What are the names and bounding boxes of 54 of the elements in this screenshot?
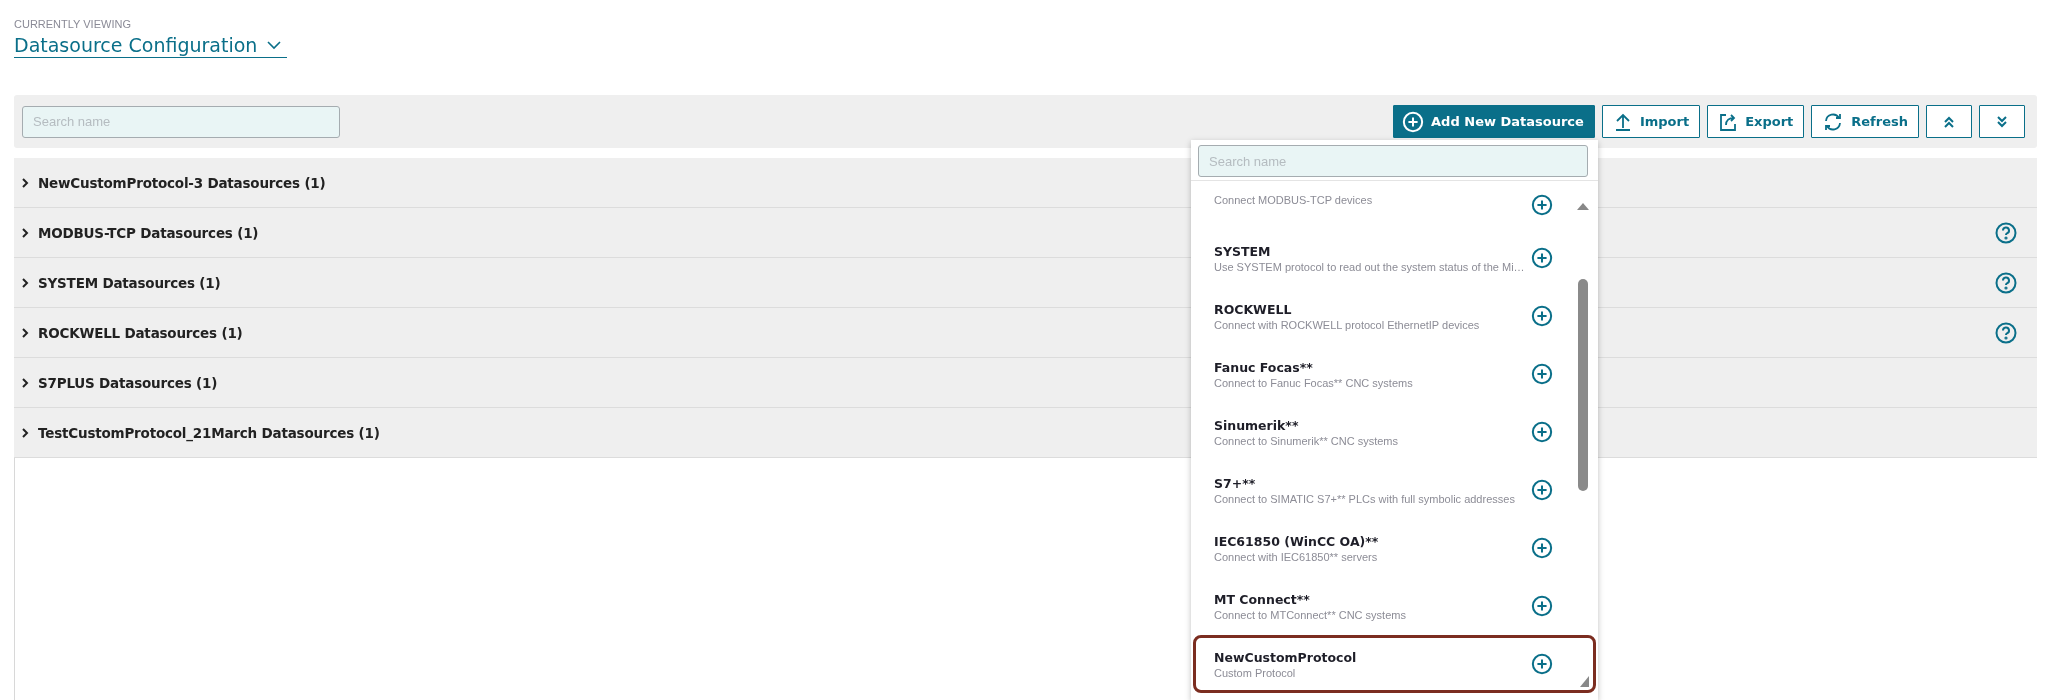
protocol-option[interactable]: IEC61850 (WinCC OA)** Connect with IEC61850** servers xyxy=(1193,519,1596,577)
option-title: IEC61850 (WinCC OA)** xyxy=(1214,533,1380,549)
help-icon[interactable] xyxy=(1995,271,2017,294)
group-label: MODBUS-TCP Datasources (1) xyxy=(38,224,259,241)
chevron-down-icon xyxy=(267,40,282,50)
protocol-option[interactable]: S7+** Connect to SIMATIC S7+** PLCs with full symbolic addresses xyxy=(1193,461,1596,519)
help-icon[interactable] xyxy=(1995,221,2017,244)
double-chevron-down-icon xyxy=(1995,114,2009,129)
option-description: Connect MODBUS-TCP devices xyxy=(1214,194,1374,206)
search-field[interactable]: Search name xyxy=(1198,145,1588,177)
option-title: Fanuc Focas** xyxy=(1214,359,1314,375)
plus-circle-icon[interactable] xyxy=(1531,653,1553,675)
option-description: Connect to Sinumerik** CNC systems xyxy=(1214,434,1399,447)
option-description: Connect with ROCKWELL protocol EthernetIP devices xyxy=(1214,318,1481,331)
group-label: SYSTEM Datasources (1) xyxy=(38,274,221,291)
plus-circle-icon[interactable] xyxy=(1531,537,1553,559)
group-label: TestCustomProtocol_21March Datasources (1) xyxy=(38,424,380,441)
add-button[interactable]: Add New Datasource xyxy=(1393,105,1595,138)
double-chevron-up-icon xyxy=(1942,114,1956,129)
group-label: NewCustomProtocol-3 Datasources (1) xyxy=(38,174,326,191)
protocol-option[interactable]: MT Connect** Connect to MTConnect** CNC systems xyxy=(1193,577,1596,635)
plus-circle-icon[interactable] xyxy=(1531,421,1553,443)
option-title: Sinumerik** xyxy=(1214,417,1300,433)
plus-circle-icon[interactable] xyxy=(1531,194,1553,216)
export-button[interactable]: Export xyxy=(1707,105,1805,138)
option-description: Connect to Fanuc Focas** CNC systems xyxy=(1214,376,1414,389)
group-label: ROCKWELL Datasources (1) xyxy=(38,324,243,341)
option-title: S7+** xyxy=(1214,475,1257,491)
import-button[interactable]: Import xyxy=(1601,105,1701,138)
expand-all-button[interactable] xyxy=(1979,105,2025,138)
plus-circle-icon[interactable] xyxy=(1531,305,1553,327)
plus-circle-icon[interactable] xyxy=(1531,595,1553,617)
option-description: Connect to MTConnect** CNC systems xyxy=(1214,608,1407,621)
export-icon xyxy=(1718,111,1739,132)
search-field[interactable]: Search name xyxy=(22,105,340,138)
help-icon[interactable] xyxy=(1995,321,2017,344)
option-description: Use SYSTEM protocol to read out the system status of the Mi… xyxy=(1214,260,1526,273)
refresh-button[interactable]: Refresh xyxy=(1811,105,1919,138)
plus-circle-icon[interactable] xyxy=(1531,247,1553,269)
page-caption: CURRENTLY VIEWING xyxy=(14,18,131,30)
option-title: SYSTEM xyxy=(1214,243,1272,259)
option-description: Connect to SIMATIC S7+** PLCs with full symbolic addresses xyxy=(1214,492,1516,505)
plus-circle-icon xyxy=(1402,110,1425,133)
option-title: MT Connect** xyxy=(1214,591,1311,607)
scrollbar[interactable] xyxy=(1576,202,1590,688)
group-label: S7PLUS Datasources (1) xyxy=(38,374,218,391)
collapse-all-button[interactable] xyxy=(1926,105,1972,138)
option-title: NewCustomProtocol xyxy=(1214,649,1358,665)
plus-circle-icon[interactable] xyxy=(1531,363,1553,385)
option-description: Custom Protocol xyxy=(1214,666,1297,679)
page-selector[interactable]: Datasource Configuration xyxy=(14,33,288,58)
plus-circle-icon[interactable] xyxy=(1531,479,1553,501)
protocol-option[interactable]: NewCustomProtocol Custom Protocol xyxy=(1193,635,1596,693)
option-description: Connect with IEC61850** servers xyxy=(1214,550,1379,563)
